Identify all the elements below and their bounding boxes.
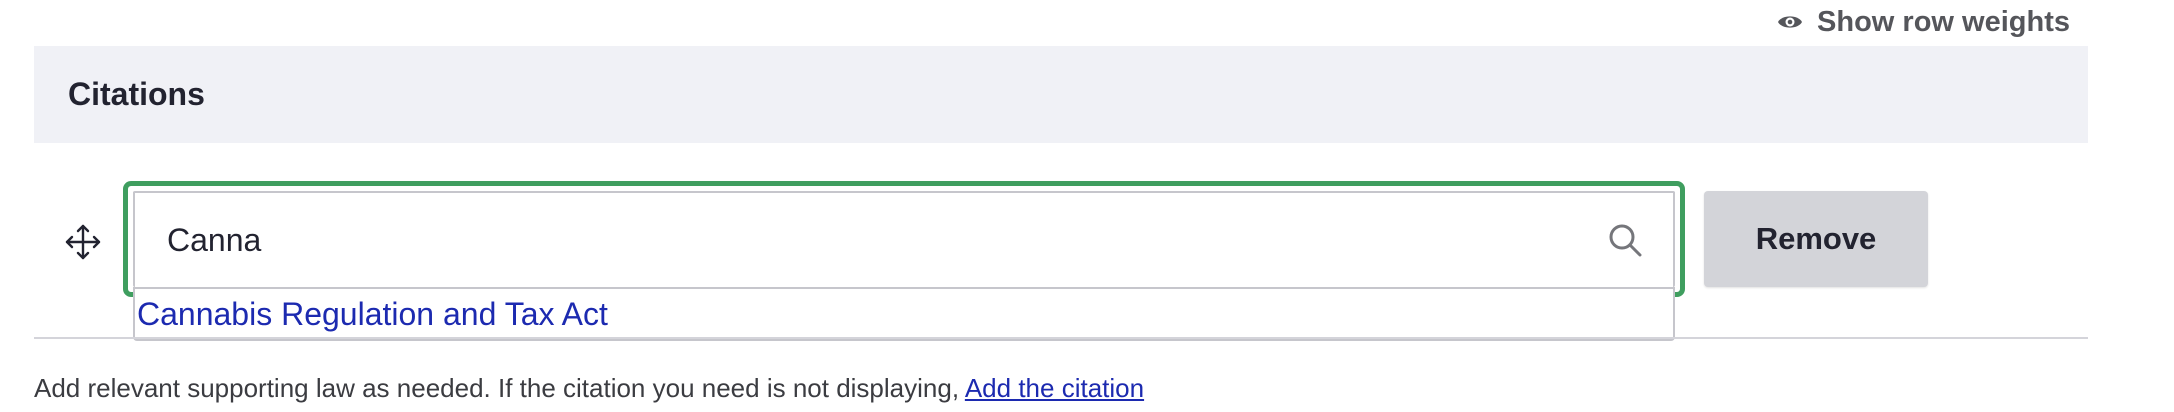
help-text: Add relevant supporting law as needed. I… [34, 373, 965, 403]
search-icon [1605, 220, 1645, 260]
citation-autocomplete-input[interactable]: Canna [133, 191, 1675, 287]
citations-widget: Show row weights Citations Canna Cannabi… [0, 0, 2174, 412]
add-citation-link[interactable]: Add the citation [965, 373, 1144, 403]
remove-button[interactable]: Remove [1704, 191, 1928, 287]
field-description: Add relevant supporting law as needed. I… [34, 368, 1144, 408]
show-row-weights-toggle[interactable]: Show row weights [1777, 4, 2070, 40]
eye-icon [1777, 7, 1807, 37]
autocomplete-option[interactable]: Cannabis Regulation and Tax Act [137, 289, 608, 339]
autocomplete-dropdown: Cannabis Regulation and Tax Act [133, 287, 1675, 341]
citation-input-value[interactable]: Canna [167, 193, 261, 287]
show-row-weights-label: Show row weights [1817, 5, 2070, 38]
section-title: Citations [68, 76, 205, 112]
move-arrows-icon[interactable] [63, 222, 103, 262]
table-header: Citations [34, 46, 2088, 143]
row-divider [34, 337, 2088, 339]
